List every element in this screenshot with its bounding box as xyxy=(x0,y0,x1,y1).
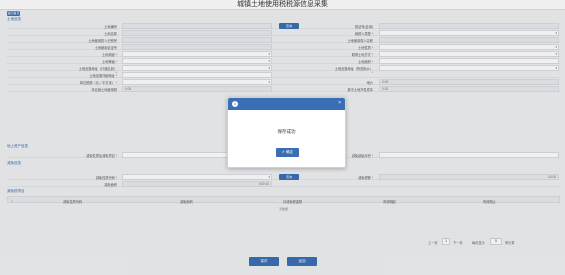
confirm-button[interactable]: ✔ 确定 xyxy=(276,148,299,157)
dialog-header: i × xyxy=(228,98,345,110)
info-icon: i xyxy=(232,101,238,107)
close-icon[interactable]: × xyxy=(338,100,341,106)
success-dialog: i × 保存成功 ✔ 确定 xyxy=(227,97,346,168)
dialog-message: 保存成功 xyxy=(277,129,296,134)
